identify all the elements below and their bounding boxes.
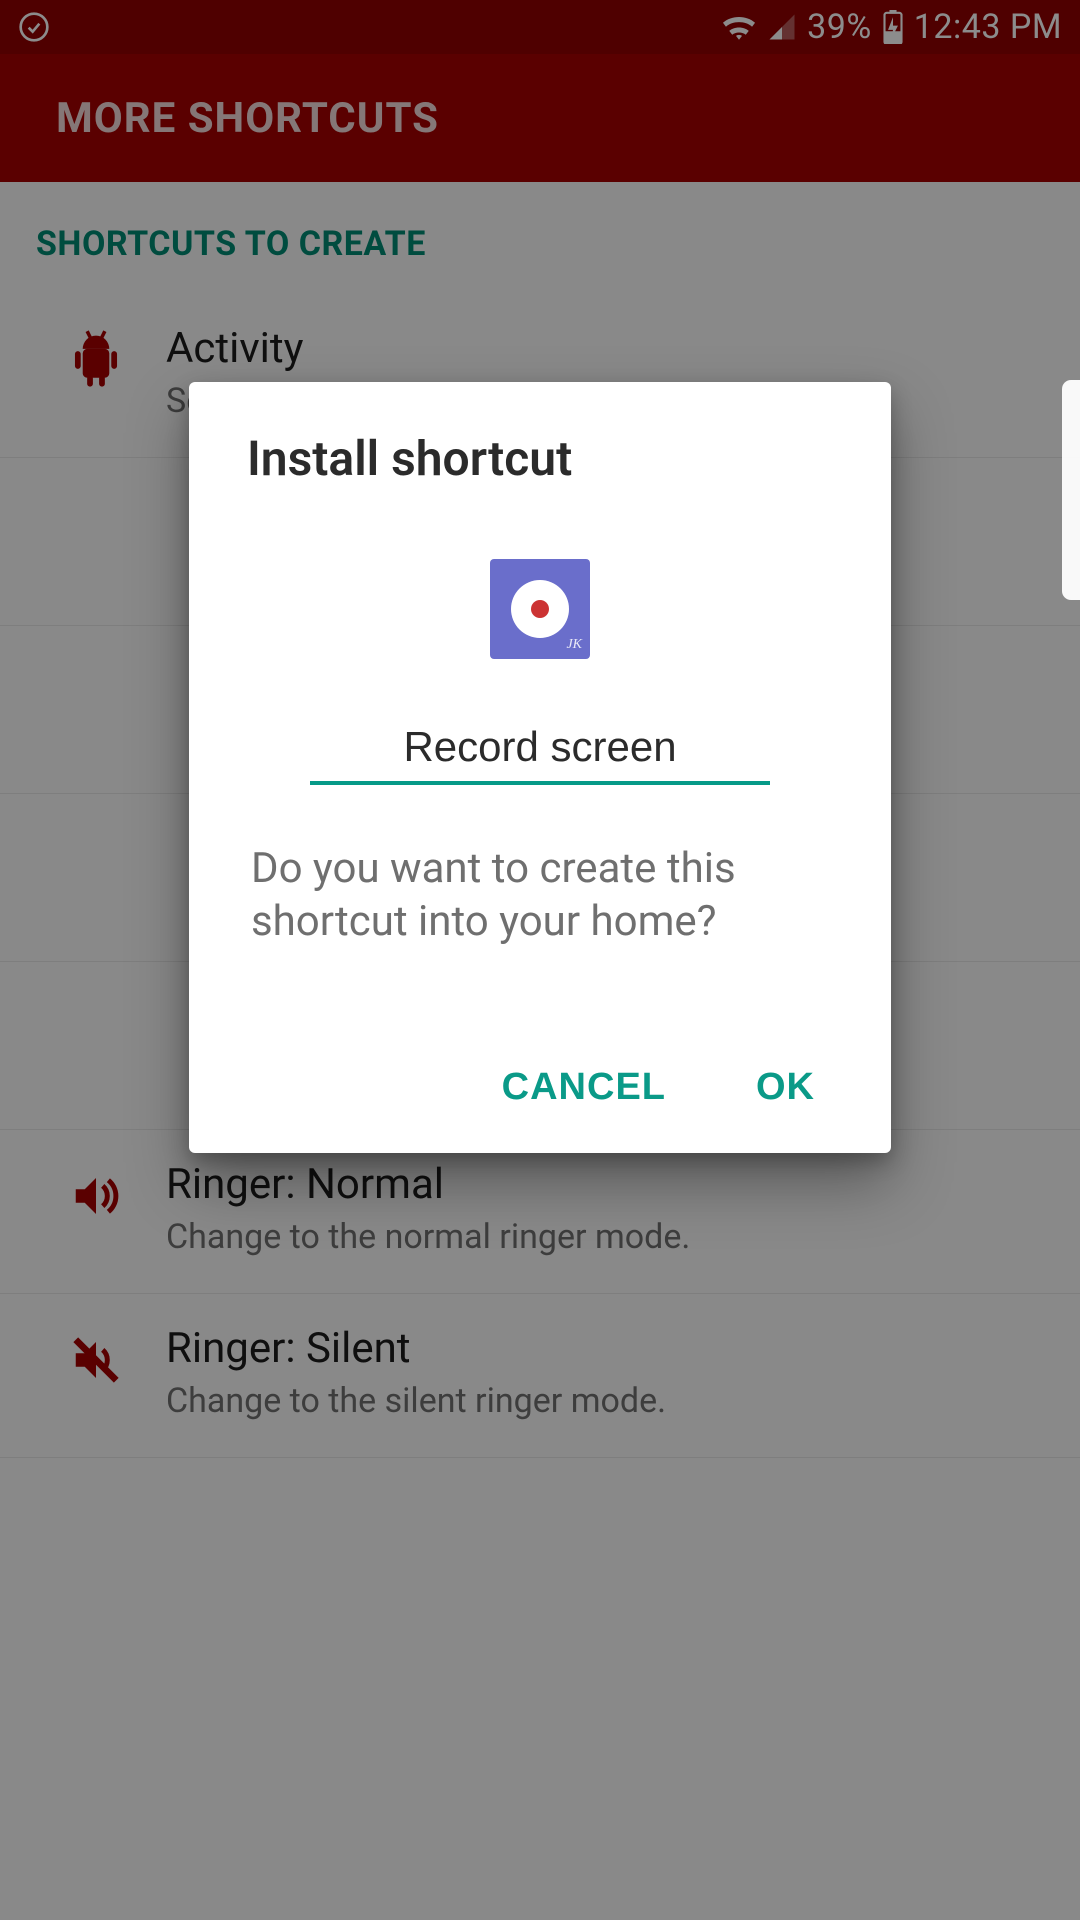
ok-button[interactable]: OK bbox=[746, 1058, 825, 1117]
dialog-title: Install shortcut bbox=[247, 430, 833, 487]
dialog-actions: CANCEL OK bbox=[247, 1058, 833, 1117]
fast-scroll-thumb[interactable] bbox=[1062, 380, 1080, 600]
install-shortcut-dialog: Install shortcut JK Do you want to creat… bbox=[189, 382, 891, 1153]
modal-scrim[interactable]: Install shortcut JK Do you want to creat… bbox=[0, 0, 1080, 1920]
shortcut-icon: JK bbox=[490, 559, 590, 659]
screen: 39% 12:43 PM MORE SHORTCUTS SHORTCUTS TO… bbox=[0, 0, 1080, 1920]
cancel-button[interactable]: CANCEL bbox=[492, 1058, 676, 1117]
shortcut-name-input[interactable] bbox=[310, 717, 770, 785]
dialog-message: Do you want to create this shortcut into… bbox=[247, 843, 833, 948]
